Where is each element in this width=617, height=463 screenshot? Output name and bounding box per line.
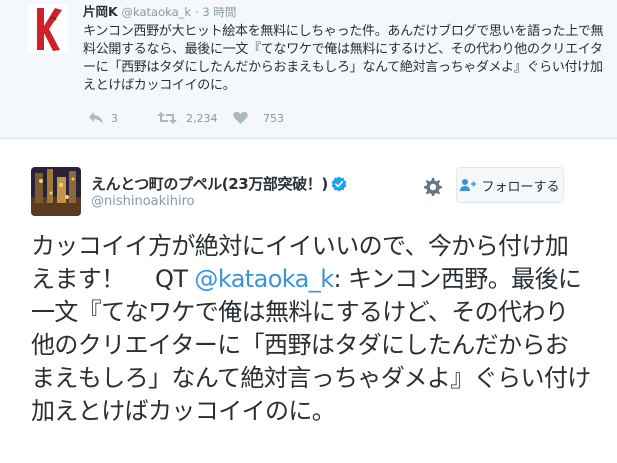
retweet-count: 2,234 — [186, 111, 218, 125]
reply-button[interactable] — [88, 111, 111, 125]
author-name[interactable]: えんとつ町のプペル(23万部突破！) — [91, 173, 328, 194]
quoted-tweet-text: キンコン西野が大ヒット絵本を無料にしちゃった件。あんだけブログで思いを語った上で… — [83, 24, 604, 93]
author-name[interactable]: 片岡K — [83, 4, 118, 19]
avatar-image — [28, 4, 68, 54]
tweet-text: カッコイイ方が絶対にイイいいので、今から付け加えます！ QT @kataoka_… — [31, 230, 591, 428]
verified-badge-icon — [331, 176, 347, 191]
add-user-icon — [460, 179, 477, 191]
like-button[interactable] — [233, 111, 263, 125]
follow-button-label: フォローする — [481, 179, 560, 195]
retweet-button[interactable] — [157, 111, 186, 125]
timestamp[interactable]: 3 時間 — [202, 5, 236, 19]
avatar-image — [31, 167, 81, 216]
follow-button[interactable]: フォローする — [456, 167, 564, 203]
mention-link[interactable]: @kataoka_k — [194, 265, 334, 293]
avatar[interactable] — [28, 4, 68, 54]
quoted-tweet-actions: 3 2,234 753 — [88, 110, 284, 126]
separator: · — [194, 5, 199, 19]
quoted-tweet[interactable]: 片岡K @kataoka_k · 3 時間 キンコン西野が大ヒット絵本を無料にし… — [0, 0, 617, 139]
quoted-tweet-header: 片岡K @kataoka_k · 3 時間 — [83, 4, 236, 20]
author-handle[interactable]: @nishinoakihiro — [91, 194, 195, 209]
tweet-author: えんとつ町のプペル(23万部突破！) — [91, 173, 347, 194]
reply-icon — [89, 112, 103, 124]
author-handle[interactable]: @kataoka_k — [122, 5, 192, 19]
heart-icon — [233, 111, 248, 124]
retweet-icon — [157, 112, 177, 124]
avatar[interactable] — [31, 167, 81, 216]
like-count: 753 — [263, 111, 284, 125]
gear-icon[interactable] — [422, 176, 444, 198]
reply-count: 3 — [111, 111, 118, 125]
